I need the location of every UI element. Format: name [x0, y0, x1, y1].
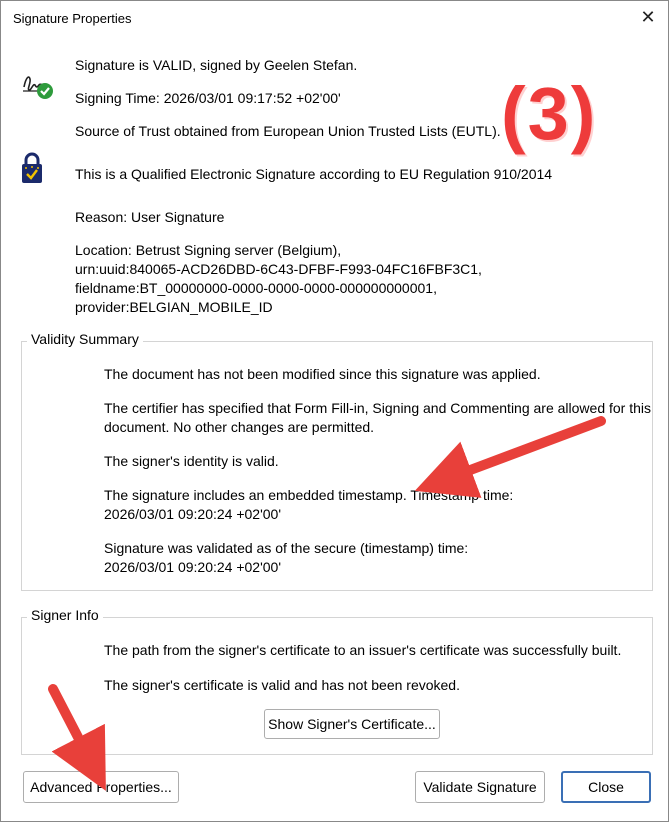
qualified-signature-note: This is a Qualified Electronic Signature… — [75, 166, 553, 182]
advanced-properties-button[interactable]: Advanced Properties... — [23, 771, 179, 803]
not-modified-text: The document has not been modified since… — [104, 366, 541, 382]
title-bar: Signature Properties ✕ — [1, 1, 668, 35]
location-line-4: provider:BELGIAN_MOBILE_ID — [75, 299, 273, 315]
trust-source: Source of Trust obtained from European U… — [75, 123, 501, 139]
signer-info-title: Signer Info — [27, 607, 103, 623]
lock-icon — [22, 152, 42, 183]
location-line-1: Location: Betrust Signing server (Belgiu… — [75, 242, 342, 258]
validated-line-2: 2026/03/01 09:20:24 +02'00' — [104, 559, 282, 575]
certificate-path-text: The path from the signer's certificate t… — [104, 642, 622, 658]
certifier-line-1: The certifier has specified that Form Fi… — [104, 400, 652, 416]
timestamp-line-1: The signature includes an embedded times… — [104, 487, 514, 503]
signature-status: Signature is VALID, signed by Geelen Ste… — [75, 57, 358, 73]
close-button[interactable]: Close — [561, 771, 651, 803]
step-number-annotation: (3) — [501, 72, 598, 155]
signature-reason: Reason: User Signature — [75, 209, 225, 225]
validate-signature-button[interactable]: Validate Signature — [415, 771, 545, 803]
certifier-line-2: document. No other changes are permitted… — [104, 419, 375, 435]
signature-valid-icon — [23, 76, 53, 99]
signature-properties-dialog: Signature Properties ✕ Signature is VALI… — [0, 0, 669, 822]
signing-time: Signing Time: 2026/03/01 09:17:52 +02'00… — [75, 90, 341, 106]
certificate-valid-text: The signer's certificate is valid and ha… — [104, 677, 460, 693]
validity-summary-title: Validity Summary — [27, 331, 143, 347]
close-icon[interactable]: ✕ — [640, 8, 656, 26]
validated-line-1: Signature was validated as of the secure… — [104, 540, 469, 556]
location-line-2: urn:uuid:840065-ACD26DBD-6C43-DFBF-F993-… — [75, 261, 482, 277]
location-line-3: fieldname:BT_00000000-0000-0000-0000-000… — [75, 280, 437, 296]
window-title: Signature Properties — [13, 11, 132, 26]
show-signers-certificate-button[interactable]: Show Signer's Certificate... — [264, 709, 440, 739]
timestamp-line-2: 2026/03/01 09:20:24 +02'00' — [104, 506, 282, 522]
identity-valid-text: The signer's identity is valid. — [104, 453, 279, 469]
